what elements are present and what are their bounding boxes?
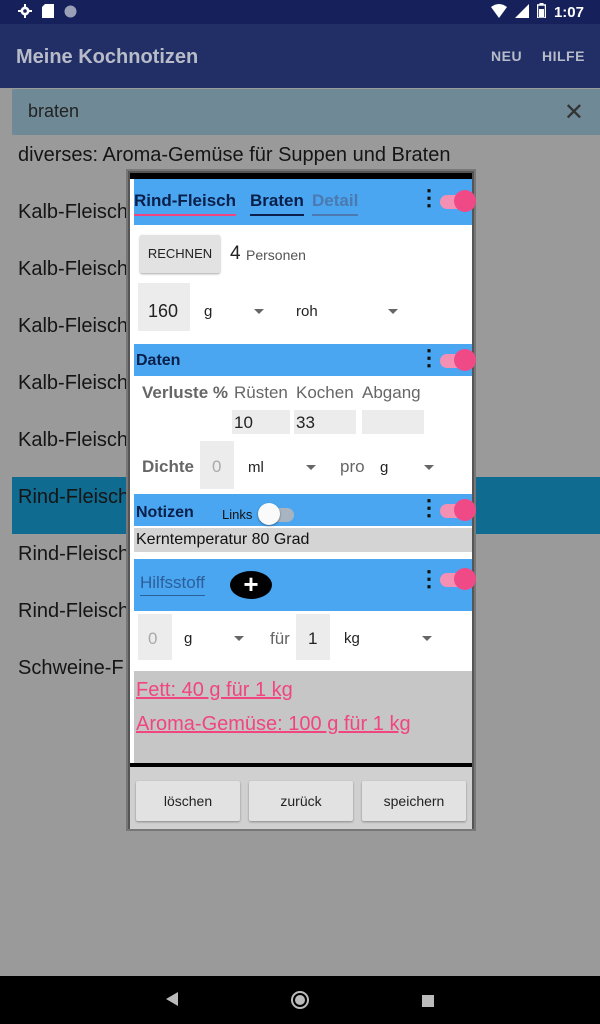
- notizen-title: Notizen: [136, 504, 194, 521]
- recipe-dialog: Rind-Fleisch Braten Detail ⋮ RECHNEN 4 P…: [128, 171, 476, 829]
- dichte-unit-select[interactable]: ml: [248, 459, 264, 476]
- more-vert-icon[interactable]: ⋮: [418, 495, 440, 521]
- abgang-input[interactable]: [362, 410, 424, 434]
- hilfsstoff-unit-select[interactable]: g: [184, 630, 192, 647]
- links-toggle[interactable]: [258, 503, 294, 525]
- help-button[interactable]: HILFE: [542, 48, 585, 64]
- state-select[interactable]: roh: [296, 303, 318, 320]
- hilfsstoff-toggle[interactable]: [440, 568, 476, 590]
- hilfsstoff-entry[interactable]: Fett: 40 g für 1 kg: [136, 679, 293, 702]
- app-bar: Meine Kochnotizen NEU HILFE: [0, 24, 600, 88]
- circle-icon: [64, 5, 77, 23]
- amount-input[interactable]: 160: [148, 301, 178, 322]
- links-label: Links: [222, 507, 253, 522]
- signal-icon: [514, 3, 529, 22]
- navigation-bar: [0, 976, 600, 1024]
- pro-label: pro: [340, 457, 365, 476]
- gear-icon: [18, 4, 32, 23]
- per-qty-input[interactable]: 1: [308, 629, 317, 649]
- wifi-icon: [490, 3, 507, 22]
- chevron-down-icon: [424, 465, 434, 470]
- tab-detail[interactable]: Detail: [312, 191, 359, 216]
- chevron-down-icon: [254, 309, 264, 314]
- hilfsstoff-qty-input[interactable]: 0: [148, 629, 157, 649]
- persons-count[interactable]: 4: [230, 243, 241, 265]
- tab-rind-fleisch[interactable]: Rind-Fleisch: [134, 191, 237, 216]
- per-unit-select[interactable]: kg: [344, 630, 360, 647]
- abgang-header: Abgang: [362, 383, 421, 402]
- ruesten-input[interactable]: 10: [234, 413, 253, 433]
- daten-toggle[interactable]: [440, 349, 476, 371]
- add-icon[interactable]: +: [230, 571, 272, 599]
- app-title: Meine Kochnotizen: [16, 46, 199, 68]
- hilfsstoff-entry[interactable]: Aroma-Gemüse: 100 g für 1 kg: [136, 713, 411, 736]
- search-bar: braten ✕: [12, 89, 600, 135]
- delete-button[interactable]: löschen: [136, 781, 240, 821]
- tab-braten[interactable]: Braten: [250, 191, 304, 216]
- status-bar: 1:07: [0, 0, 600, 24]
- notizen-toggle[interactable]: [440, 499, 476, 521]
- fuer-label: für: [270, 629, 290, 648]
- sd-card-icon: [42, 4, 54, 23]
- section-toggle[interactable]: [440, 190, 476, 212]
- chevron-down-icon: [388, 309, 398, 314]
- amount-unit-select[interactable]: g: [204, 303, 212, 320]
- hilfsstoff-list: Fett: 40 g für 1 kg Aroma-Gemüse: 100 g …: [134, 671, 472, 763]
- recents-nav-icon[interactable]: [422, 994, 434, 1012]
- daten-header: Daten ⋮: [134, 344, 476, 376]
- more-vert-icon[interactable]: ⋮: [418, 566, 440, 592]
- calculate-button[interactable]: RECHNEN: [140, 235, 220, 273]
- dichte-input[interactable]: 0: [212, 457, 221, 477]
- dialog-button-bar: löschen zurück speichern: [130, 767, 472, 829]
- persons-label: Personen: [246, 247, 306, 263]
- battery-icon: [536, 3, 547, 22]
- save-button[interactable]: speichern: [362, 781, 466, 821]
- ruesten-header: Rüsten: [234, 383, 288, 402]
- kochen-header: Kochen: [296, 383, 354, 402]
- new-button[interactable]: NEU: [491, 48, 522, 64]
- dichte-label: Dichte: [142, 457, 194, 476]
- kochen-input[interactable]: 33: [296, 413, 315, 433]
- back-nav-icon[interactable]: [166, 992, 178, 1011]
- verluste-label: Verluste %: [142, 383, 228, 402]
- search-input[interactable]: braten: [28, 101, 79, 122]
- notes-field[interactable]: Kerntemperatur 80 Grad: [136, 531, 309, 549]
- more-vert-icon[interactable]: ⋮: [418, 185, 440, 211]
- chevron-down-icon: [306, 465, 316, 470]
- tabs-bar: Rind-Fleisch Braten Detail ⋮: [134, 179, 476, 225]
- hilfsstoff-header: Hilfsstoff + ⋮: [134, 559, 476, 611]
- hilfsstoff-title[interactable]: Hilfsstoff: [140, 573, 205, 596]
- home-nav-icon[interactable]: [290, 990, 310, 1015]
- notizen-header: Notizen Links ⋮: [134, 494, 476, 526]
- back-button[interactable]: zurück: [249, 781, 353, 821]
- daten-title: Daten: [136, 352, 181, 369]
- pro-unit-select[interactable]: g: [380, 459, 388, 476]
- clock-time: 1:07: [553, 4, 584, 21]
- chevron-down-icon: [234, 636, 244, 641]
- close-icon[interactable]: ✕: [564, 98, 584, 127]
- chevron-down-icon: [422, 636, 432, 641]
- more-vert-icon[interactable]: ⋮: [418, 345, 440, 371]
